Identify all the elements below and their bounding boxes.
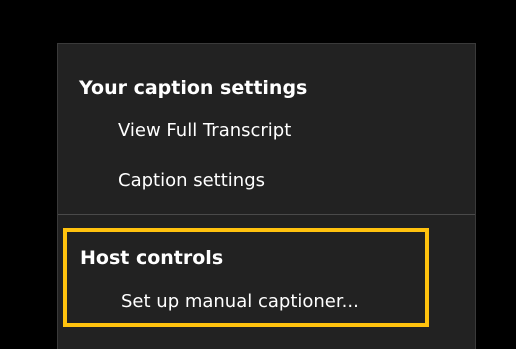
menu-divider: [58, 214, 475, 215]
caption-settings-menu-item[interactable]: Caption settings: [118, 170, 265, 192]
host-controls-heading: Host controls: [80, 247, 224, 269]
set-up-manual-captioner-menu-item[interactable]: Set up manual captioner...: [121, 291, 359, 313]
caption-menu: Your caption settings View Full Transcri…: [57, 43, 476, 349]
your-caption-settings-heading: Your caption settings: [79, 77, 308, 99]
host-controls-highlight: Host controls Set up manual captioner...: [63, 228, 429, 327]
screen: Your caption settings View Full Transcri…: [0, 0, 516, 349]
view-full-transcript-menu-item[interactable]: View Full Transcript: [118, 120, 291, 142]
